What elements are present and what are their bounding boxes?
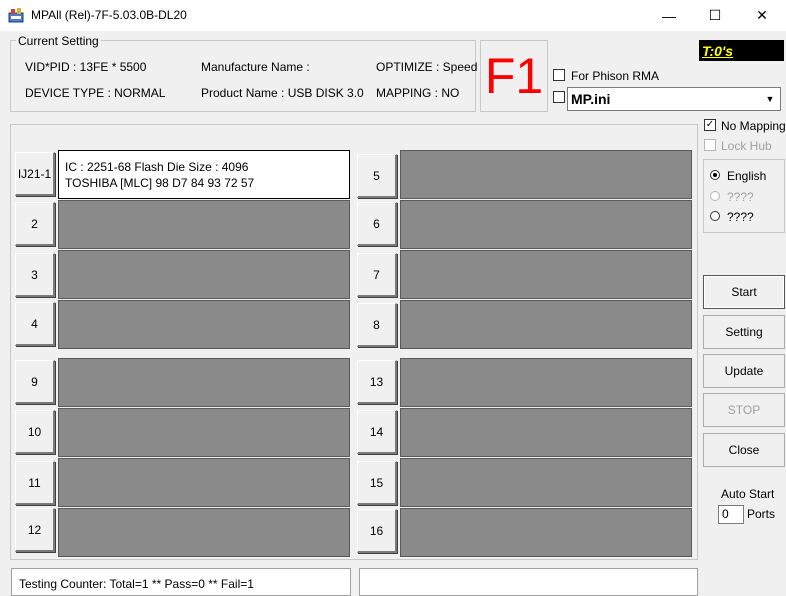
port-area-7 (400, 250, 692, 299)
close-window-button[interactable]: ✕ (739, 0, 785, 31)
product-name-label: Product Name : USB DISK 3.0 (201, 86, 364, 100)
port-button-10[interactable]: 10 (15, 410, 55, 454)
ini-file-select[interactable]: MP.ini ▼ (567, 87, 781, 111)
testing-counter-text: Testing Counter: Total=1 ** Pass=0 ** Fa… (19, 577, 254, 591)
port-area-5 (400, 150, 692, 199)
device-type-label: DEVICE TYPE : NORMAL (25, 86, 166, 100)
port-button-1[interactable]: IJ21-1 (15, 152, 55, 196)
lock-hub-checkbox[interactable] (704, 139, 716, 151)
status-secondary-box (359, 568, 698, 596)
manufacture-name-label: Manufacture Name : (201, 60, 310, 74)
testing-counter-box: Testing Counter: Total=1 ** Pass=0 ** Fa… (11, 568, 351, 596)
port-button-14[interactable]: 14 (357, 410, 397, 454)
language-radio-english[interactable] (710, 170, 720, 180)
port-area-8 (400, 300, 692, 349)
auto-start-label: Auto Start (721, 487, 775, 501)
port-area-3 (58, 250, 350, 299)
timer-display: T:0's (699, 40, 784, 61)
port-button-4[interactable]: 4 (15, 302, 55, 346)
port-1-info-line2: TOSHIBA [MLC] 98 D7 84 93 72 57 (65, 176, 255, 190)
port-area-10 (58, 408, 350, 457)
port-button-15[interactable]: 15 (357, 461, 397, 505)
radio-selected-dot (713, 173, 717, 177)
port-button-3[interactable]: 3 (15, 253, 55, 297)
port-area-9 (58, 358, 350, 407)
port-button-11[interactable]: 11 (15, 461, 55, 505)
port-button-7[interactable]: 7 (357, 253, 397, 297)
minimize-button[interactable]: — (646, 0, 692, 31)
maximize-button[interactable]: ☐ (692, 0, 738, 31)
port-button-16[interactable]: 16 (357, 509, 397, 553)
port-area-11 (58, 458, 350, 507)
port-area-14 (400, 408, 692, 457)
language-radio-3[interactable] (710, 211, 720, 221)
port-1-info-line1: IC : 2251-68 Flash Die Size : 4096 (65, 160, 249, 174)
no-mapping-checkbox[interactable]: ✓ (704, 119, 716, 131)
port-area-1: IC : 2251-68 Flash Die Size : 4096 TOSHI… (58, 150, 350, 199)
vid-pid-label: VID*PID : 13FE * 5500 (25, 60, 147, 74)
close-button[interactable]: Close (703, 433, 785, 467)
language-label-3: ???? (727, 210, 754, 224)
port-area-16 (400, 508, 692, 557)
setting-button[interactable]: Setting (703, 315, 785, 349)
title-bar: MPAll (Rel)-7F-5.03.0B-DL20 — ☐ ✕ (0, 0, 786, 31)
for-phison-rma-label: For Phison RMA (571, 69, 660, 83)
start-button[interactable]: Start (703, 275, 785, 309)
ini-checkbox[interactable] (553, 91, 565, 103)
current-setting-group (10, 40, 476, 112)
auto-start-ports-input[interactable]: 0 (718, 505, 744, 524)
stop-button[interactable]: STOP (703, 393, 785, 427)
language-label-english: English (727, 169, 767, 183)
port-area-4 (58, 300, 350, 349)
ini-file-value: MP.ini (571, 91, 611, 107)
language-label-2: ???? (727, 190, 754, 204)
app-icon (8, 7, 24, 23)
port-button-6[interactable]: 6 (357, 202, 397, 246)
port-button-12[interactable]: 12 (15, 508, 55, 552)
port-area-15 (400, 458, 692, 507)
lock-hub-label: Lock Hub (721, 139, 772, 153)
f1-indicator: F1 (480, 40, 548, 112)
ports-label: Ports (747, 507, 776, 521)
port-button-9[interactable]: 9 (15, 360, 55, 404)
update-button[interactable]: Update (703, 354, 785, 388)
language-radio-2[interactable] (710, 191, 720, 201)
port-area-12 (58, 508, 350, 557)
no-mapping-label: No Mapping (721, 119, 786, 133)
current-setting-title: Current Setting (16, 34, 101, 48)
port-button-2[interactable]: 2 (15, 202, 55, 246)
port-area-6 (400, 200, 692, 249)
port-button-5[interactable]: 5 (357, 154, 397, 198)
port-button-13[interactable]: 13 (357, 360, 397, 404)
chevron-down-icon[interactable]: ▼ (761, 89, 779, 109)
optimize-label: OPTIMIZE : Speed (376, 60, 478, 74)
port-area-2 (58, 200, 350, 249)
port-area-13 (400, 358, 692, 407)
mapping-label: MAPPING : NO (376, 86, 460, 100)
port-button-8[interactable]: 8 (357, 303, 397, 347)
window-title: MPAll (Rel)-7F-5.03.0B-DL20 (31, 8, 187, 22)
for-phison-rma-checkbox[interactable] (553, 69, 565, 81)
